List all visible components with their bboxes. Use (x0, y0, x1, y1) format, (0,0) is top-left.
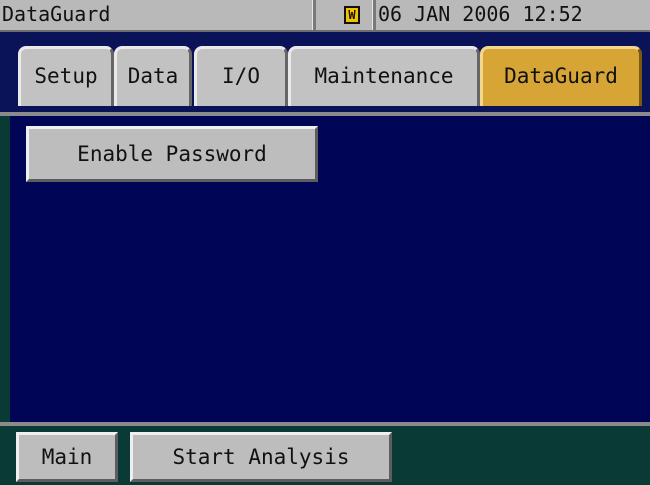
tab-io[interactable]: I/O (194, 46, 288, 106)
title-divider (312, 0, 316, 30)
tab-maintenance[interactable]: Maintenance (288, 46, 480, 106)
tab-data[interactable]: Data (114, 46, 192, 106)
title-divider (372, 0, 376, 30)
window-title: DataGuard (2, 2, 111, 26)
warning-icon: W (344, 6, 360, 24)
tab-strip: Setup Data I/O Maintenance DataGuard (0, 32, 650, 112)
enable-password-button[interactable]: Enable Password (26, 126, 318, 182)
tab-setup[interactable]: Setup (18, 46, 114, 106)
main-button[interactable]: Main (16, 432, 118, 482)
main-panel: Enable Password (10, 116, 650, 422)
tab-dataguard[interactable]: DataGuard (480, 46, 642, 106)
footer-bar: Main Start Analysis (0, 426, 650, 485)
start-analysis-button[interactable]: Start Analysis (130, 432, 392, 482)
title-bar: DataGuard W 06 JAN 2006 12:52 (0, 0, 650, 32)
date-time: 06 JAN 2006 12:52 (378, 2, 583, 26)
